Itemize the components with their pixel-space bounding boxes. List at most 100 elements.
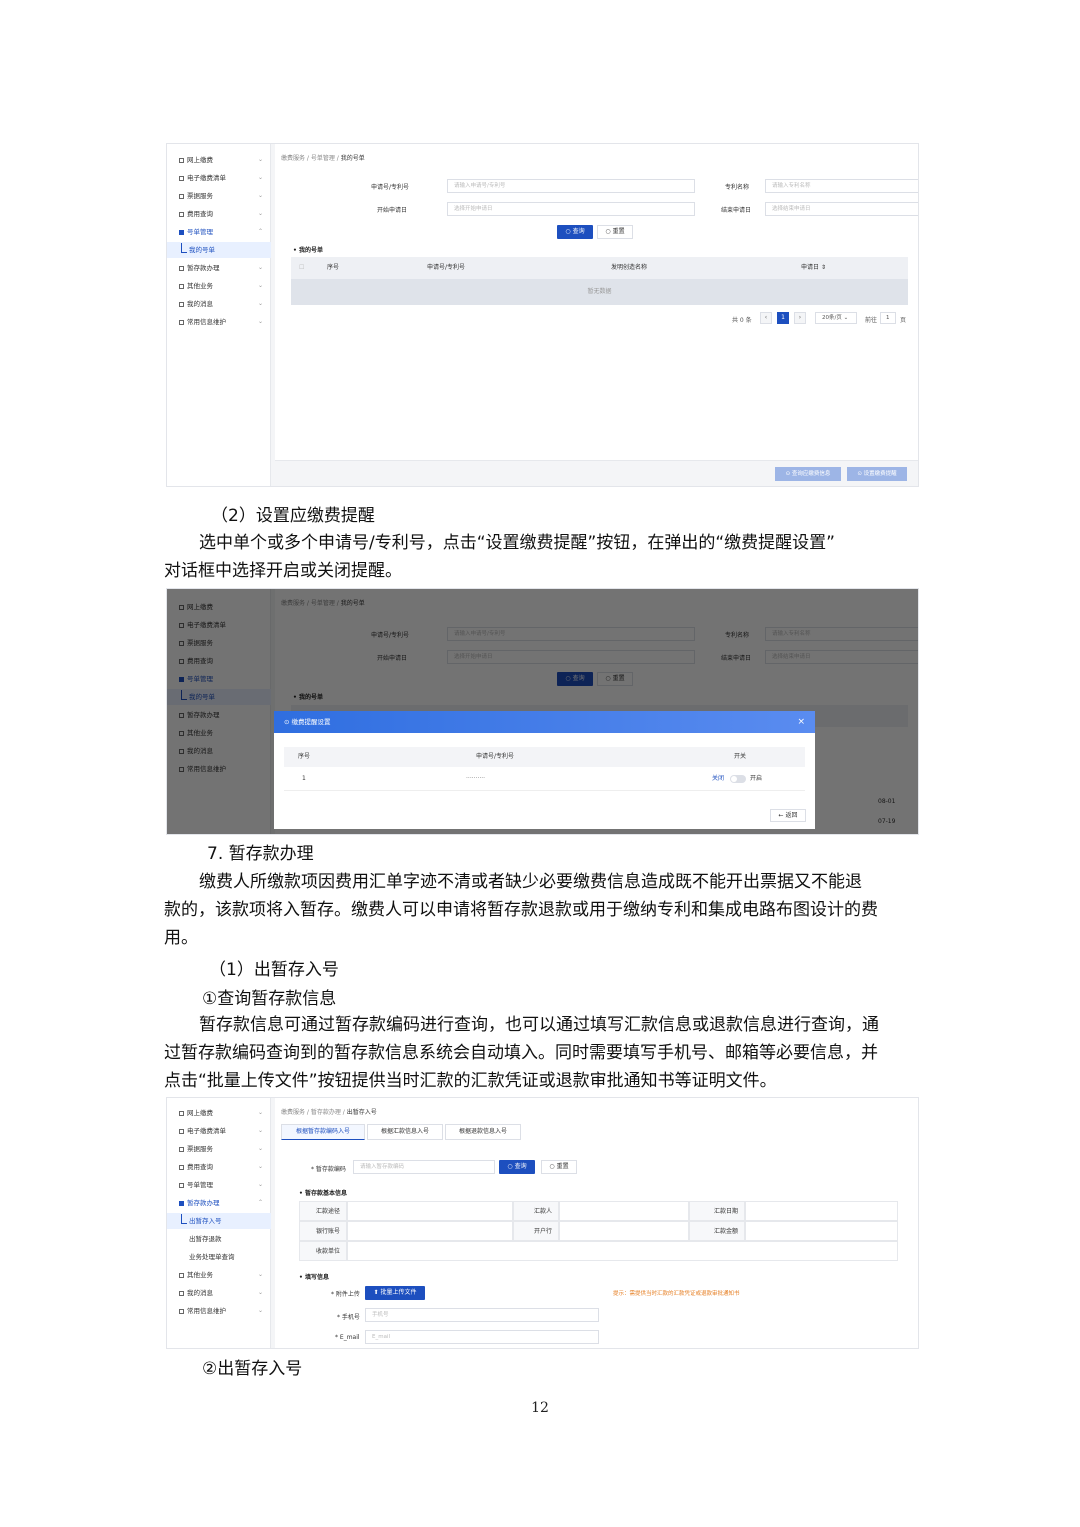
close-icon[interactable]: × <box>797 711 805 733</box>
end-date-input[interactable]: 选择结束申请日 <box>765 202 918 216</box>
batch-upload-button[interactable]: ⬆ 批量上传文件 <box>365 1286 425 1300</box>
sidebar-item-label: 出暂存退款 <box>189 1235 222 1243</box>
sidebar-item-out-temp-refund[interactable]: 出暂存退款 <box>167 1231 271 1247</box>
sidebar-item-label: 票据服务 <box>187 1145 213 1153</box>
row-app-no: ·········· <box>466 775 486 782</box>
heading-temp-deposit: 7. 暂存款办理 <box>207 844 314 864</box>
screenshot-reminder-dialog: 网上缴费 电子缴费清单 票据服务 费用查询 号单管理 我的号单 暂存款办理 其他… <box>166 588 919 835</box>
sidebar-item-fee-query[interactable]: 费用查询 ⌄ <box>167 1159 271 1175</box>
chevron-down-icon: ⌄ <box>257 264 263 271</box>
sidebar-item-other[interactable]: 其他业务 ⌄ <box>167 1267 271 1283</box>
sidebar-item-temp-deposit[interactable]: 暂存款办理 ⌃ <box>167 1195 271 1211</box>
chevron-down-icon: ⌄ <box>257 1109 263 1116</box>
menu-icon <box>179 1128 184 1134</box>
sidebar-item-label: 暂存款办理 <box>187 1199 220 1207</box>
chevron-down-icon: ⌄ <box>257 1163 263 1170</box>
sidebar-item-label: 业务处理单查询 <box>189 1253 235 1261</box>
section-title-basic: • 暂存款基本信息 <box>299 1190 347 1197</box>
query-due-fee-button[interactable]: ⊙ 查询应缴费信息 <box>775 467 841 481</box>
page-button-current[interactable]: 1 <box>777 312 789 324</box>
menu-icon <box>179 1182 184 1188</box>
page-unit: 页 <box>900 317 907 324</box>
page-size-select[interactable]: 20条/页 ⌄ <box>815 312 857 324</box>
sidebar-item-other[interactable]: 其他业务 ⌄ <box>167 278 271 294</box>
table-header-label: 申请日 <box>801 264 820 271</box>
menu-icon <box>179 1164 184 1170</box>
menu-icon <box>179 193 184 199</box>
sidebar-item-e-list[interactable]: 电子缴费清单 ⌄ <box>167 1123 271 1139</box>
sidebar-item-online-pay[interactable]: 网上缴费 ⌄ <box>167 1105 271 1121</box>
sidebar-item-my-numbers[interactable]: 我的号单 <box>167 242 271 258</box>
grid-label: 收款单位 <box>299 1241 347 1261</box>
sidebar-item-out-temp-in[interactable]: 出暂存入号 <box>167 1213 271 1229</box>
upload-hint: 提示：需提供当时汇款的汇款凭证或退款审批通知书 <box>613 1291 740 1297</box>
next-page-button[interactable]: › <box>794 312 806 324</box>
reset-button-label: 重置 <box>556 1163 569 1170</box>
sidebar-item-business-query[interactable]: 业务处理单查询 <box>167 1249 271 1265</box>
sidebar-item-messages[interactable]: 我的消息 ⌄ <box>167 296 271 312</box>
menu-icon <box>179 1110 184 1116</box>
start-date-input[interactable]: 选择开始申请日 <box>447 202 695 216</box>
tab-by-refund[interactable]: 根据退款信息入号 <box>445 1124 521 1140</box>
reset-button[interactable]: ○ 重置 <box>597 225 633 239</box>
dialog-header-cell: 申请号/专利号 <box>476 753 515 760</box>
phone-input[interactable]: 手机号 <box>365 1308 599 1322</box>
email-input[interactable]: E_mail <box>365 1330 599 1344</box>
section-title-fill: • 填写信息 <box>299 1274 329 1281</box>
grid-value <box>745 1221 898 1241</box>
sidebar-item-number-mgmt[interactable]: 号单管理 ⌃ <box>167 224 271 240</box>
sidebar-item-label: 费用查询 <box>187 1163 213 1171</box>
chevron-up-icon: ⌃ <box>257 228 263 235</box>
attach-label: * 附件上传 <box>331 1291 360 1298</box>
toggle-off-label: 关闭 <box>712 775 725 782</box>
sidebar-item-fee-query[interactable]: 费用查询 ⌄ <box>167 206 271 222</box>
sidebar-item-receipt[interactable]: 票据服务 ⌄ <box>167 188 271 204</box>
paragraph-line: 选中单个或多个申请号/专利号，点击“设置缴费提醒”按钮，在弹出的“缴费提醒设置” <box>199 533 835 553</box>
search-button[interactable]: ○ 查询 <box>499 1160 535 1174</box>
breadcrumb-current: 我的号单 <box>340 155 365 162</box>
breadcrumb-item[interactable]: 暂存款办理 <box>311 1109 341 1116</box>
main-panel: 缴费服务 / 号单管理 / 我的号单 申请号/专利号 请输入申请号/专利号 专利… <box>275 144 918 486</box>
prev-page-button[interactable]: ‹ <box>760 312 772 324</box>
sort-icon: ⇕ <box>820 264 826 271</box>
app-no-input[interactable]: 请输入申请号/专利号 <box>447 179 695 193</box>
sidebar-item-number-mgmt[interactable]: 号单管理 ⌄ <box>167 1177 271 1193</box>
breadcrumb-item[interactable]: 缴费服务 <box>281 155 305 162</box>
reset-button-label: 重置 <box>612 228 625 235</box>
back-button[interactable]: ← 返回 <box>770 809 806 822</box>
sidebar-item-temp-deposit[interactable]: 暂存款办理 ⌄ <box>167 260 271 276</box>
menu-icon <box>179 1200 184 1206</box>
page-size-value: 20条/页 <box>822 315 842 321</box>
breadcrumb-item[interactable]: 号单管理 <box>311 155 335 162</box>
menu-icon <box>179 229 184 235</box>
sidebar-item-e-list[interactable]: 电子缴费清单 ⌄ <box>167 170 271 186</box>
phone-label: * 手机号 <box>337 1314 360 1321</box>
menu-icon <box>179 301 184 307</box>
sidebar-item-info[interactable]: 常用信息维护 ⌄ <box>167 1303 271 1319</box>
table-header-cell[interactable]: 申请日 ⇕ <box>801 257 826 279</box>
sidebar-item-receipt[interactable]: 票据服务 ⌄ <box>167 1141 271 1157</box>
menu-icon <box>179 157 184 163</box>
select-all-checkbox[interactable]: ☐ <box>299 257 304 279</box>
dialog-header-cell: 开关 <box>734 753 747 760</box>
app-no-label: 申请号/专利号 <box>371 184 410 191</box>
table-header: ☐ 序号 申请号/专利号 发明创造名称 申请日 ⇕ <box>291 257 908 279</box>
set-reminder-button[interactable]: ⊙ 设置缴费提醒 <box>847 467 907 481</box>
search-button[interactable]: ○ 查询 <box>557 225 593 239</box>
code-input[interactable]: 请输入暂存款编码 <box>353 1160 495 1174</box>
sidebar-item-online-pay[interactable]: 网上缴费 ⌄ <box>167 152 271 168</box>
section-title-text: 暂存款基本信息 <box>304 1190 347 1197</box>
patent-name-input[interactable]: 请输入专利名称 <box>765 179 918 193</box>
breadcrumb-item[interactable]: 缴费服务 <box>281 1109 305 1116</box>
tab-by-remit[interactable]: 根据汇款信息入号 <box>367 1124 443 1140</box>
goto-page-input[interactable]: 1 <box>880 312 896 324</box>
chevron-down-icon: ⌄ <box>257 192 263 199</box>
reminder-toggle[interactable] <box>730 775 746 783</box>
tab-by-code[interactable]: 根据暂存款编码入号 <box>281 1124 365 1140</box>
sidebar-item-messages[interactable]: 我的消息 ⌄ <box>167 1285 271 1301</box>
reset-button[interactable]: ○ 重置 <box>541 1160 577 1174</box>
page-number: 12 <box>531 1400 549 1416</box>
paragraph-line: 对话框中选择开启或关闭提醒。 <box>164 561 402 581</box>
sidebar-item-info[interactable]: 常用信息维护 ⌄ <box>167 314 271 330</box>
subheading-out-temp-in: ②出暂存入号 <box>202 1359 303 1379</box>
